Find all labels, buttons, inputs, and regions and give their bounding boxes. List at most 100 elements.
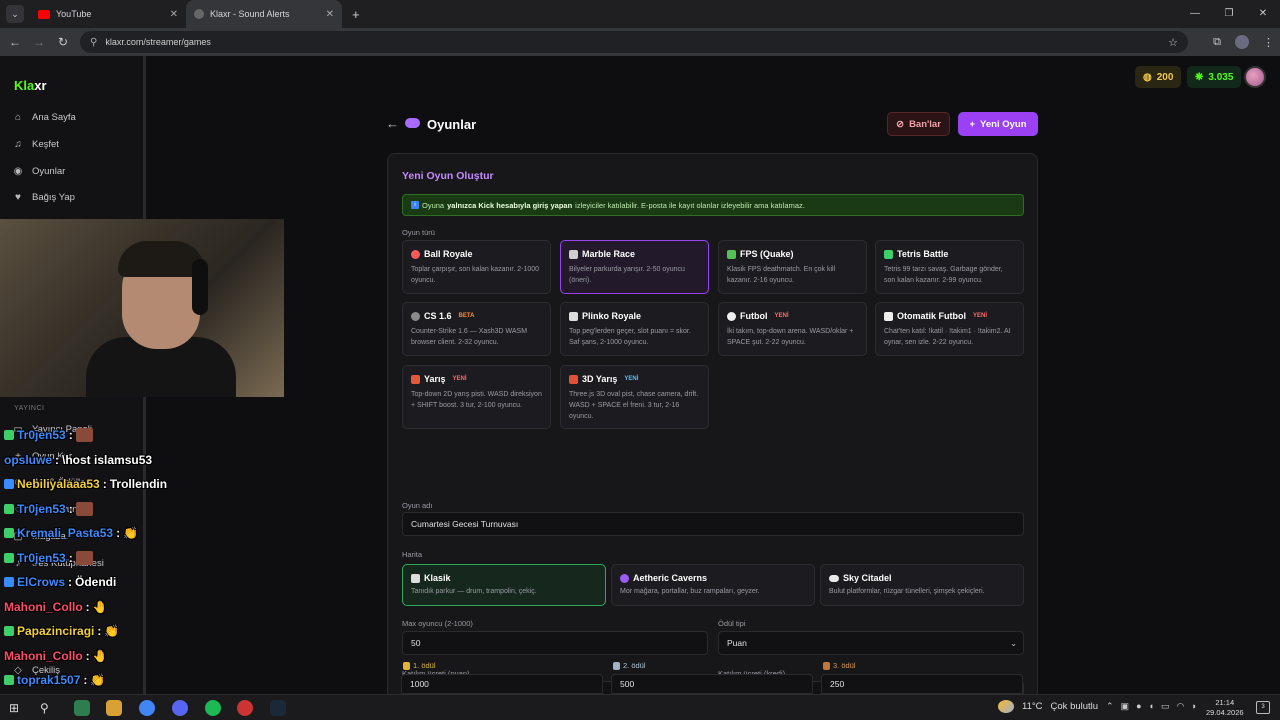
- wifi-icon[interactable]: ◠: [1176, 701, 1184, 712]
- plus-icon: +: [969, 118, 976, 130]
- race-car-icon: [411, 374, 420, 384]
- microphone-icon[interactable]: ●: [1136, 701, 1141, 712]
- extensions-icon[interactable]: ⧉: [1213, 36, 1221, 49]
- coins-badge[interactable]: ◍ 200: [1135, 66, 1182, 88]
- second-prize-input[interactable]: 500: [611, 674, 813, 694]
- tab-youtube[interactable]: YouTube ✕: [30, 0, 186, 28]
- map-title: Sky Citadel: [843, 573, 892, 583]
- time: 21:14: [1215, 698, 1235, 707]
- avatar[interactable]: [1244, 66, 1266, 88]
- profile-icon[interactable]: [1235, 35, 1249, 49]
- game-option-fps-quake[interactable]: FPS (Quake) Klasik FPS deathmatch. En ço…: [718, 240, 867, 294]
- game-option-cs16[interactable]: CS 1.6 BETA Counter-Strike 1.6 — Xash3D W…: [402, 302, 551, 356]
- new-game-button[interactable]: + Yeni Oyun: [958, 112, 1038, 136]
- forward-icon[interactable]: →: [27, 35, 51, 49]
- home-icon: ⌂: [14, 112, 22, 123]
- clap-emoji-icon: 👏: [123, 526, 139, 540]
- chevron-down-icon: ⌄: [1010, 638, 1017, 648]
- game-title: FPS (Quake): [740, 249, 794, 259]
- game-option-ball-royale[interactable]: Ball Royale Toplar çarpışır, son kalan k…: [402, 240, 551, 294]
- first-prize-label: 1. ödül: [403, 661, 436, 670]
- sidebar-item-donate[interactable]: ♥ Bağış Yap: [12, 192, 75, 203]
- game-desc: Top peg'lerden geçer, slot puanı = skor.…: [569, 328, 691, 346]
- reload-icon[interactable]: ↻: [51, 35, 75, 49]
- game-title: Futbol: [740, 311, 768, 321]
- bronze-medal-icon: [823, 661, 830, 670]
- flag-icon: [569, 249, 578, 259]
- taskbar: ⊞ ⚲ 11°C Çok bulutlu ⌃ ▣ ● ◖ ▭ ◠ ◗ 21:14…: [0, 694, 1280, 720]
- url-text: klaxr.com/streamer/games: [105, 37, 211, 47]
- sidebar-item-discover[interactable]: ♫ Keşfet: [12, 139, 59, 150]
- app-icon[interactable]: [74, 700, 90, 716]
- app-icon[interactable]: [106, 700, 122, 716]
- spotify-icon[interactable]: [205, 700, 221, 716]
- chevron-up-icon[interactable]: ⌃: [1106, 701, 1114, 712]
- game-option-tetris-battle[interactable]: Tetris Battle Tetris 99 tarzı savaş. Gar…: [875, 240, 1024, 294]
- kick-credit-icon: ❋: [1195, 71, 1204, 83]
- weather-widget[interactable]: 11°C Çok bulutlu: [998, 700, 1098, 713]
- clock[interactable]: 21:14 29.04.2026: [1206, 698, 1244, 718]
- restore-icon[interactable]: ❐: [1212, 0, 1246, 28]
- chat-user: ElCrows: [17, 575, 66, 589]
- chrome-icon[interactable]: [139, 700, 155, 716]
- headphone-icon: [192, 259, 208, 315]
- map-option-aetheric-caverns[interactable]: Aetheric Caverns Mor mağara, portallar, …: [611, 564, 815, 606]
- game-desc: İki takım, top-down arena. WASD/oklar + …: [727, 328, 854, 346]
- tray-app-icon[interactable]: ▣: [1121, 701, 1130, 712]
- search-icon[interactable]: ⚲: [40, 700, 56, 716]
- notification-icon[interactable]: 3: [1256, 701, 1270, 714]
- sword-badge-icon: [4, 675, 14, 685]
- sword-badge-icon: [4, 553, 14, 563]
- windows-start-icon[interactable]: ⊞: [9, 700, 25, 716]
- chat-message: Mahoni_Collo: 🤚: [4, 600, 108, 614]
- chat-text: Ödendi: [75, 575, 117, 589]
- minimize-icon[interactable]: —: [1178, 0, 1212, 28]
- game-option-marble-race[interactable]: Marble Race Bilyeler parkurda yarışır. 2…: [560, 240, 709, 294]
- game-type-label: Oyun türü: [402, 228, 435, 237]
- info-icon: i: [411, 201, 419, 209]
- globe-icon: [194, 9, 204, 19]
- game-option-plinko-royale[interactable]: Plinko Royale Top peg'lerden geçer, slot…: [560, 302, 709, 356]
- close-window-icon[interactable]: ✕: [1246, 0, 1280, 28]
- sidebar-item-games[interactable]: ◉ Oyunlar: [12, 166, 66, 177]
- new-tab-button[interactable]: +: [352, 7, 360, 22]
- system-tray: ⌃ ▣ ● ◖ ▭ ◠ ◗: [1106, 701, 1197, 712]
- bans-button[interactable]: ⊘ Ban'lar: [887, 112, 950, 136]
- speaker-icon[interactable]: ◖: [1149, 701, 1154, 712]
- game-option-auto-football[interactable]: Otomatik Futbol YENİ Chat'ten katıl: !kat…: [875, 302, 1024, 356]
- chat-user: Tr0jen53: [17, 551, 66, 565]
- back-arrow-icon[interactable]: ←: [386, 116, 399, 131]
- menu-icon[interactable]: ⋮: [1263, 36, 1274, 49]
- ban-icon: ⊘: [896, 118, 905, 130]
- bookmark-star-icon[interactable]: ☆: [1168, 36, 1178, 49]
- max-players-input[interactable]: 50: [402, 631, 708, 655]
- obs-icon[interactable]: [237, 700, 253, 716]
- game-option-3d-race[interactable]: 3D Yarış YENİ Three.js 3D oval pist, chas…: [560, 365, 709, 429]
- game-name-input[interactable]: Cumartesi Gecesi Turnuvası: [402, 512, 1024, 536]
- tab-search-icon[interactable]: ⌄: [6, 5, 24, 23]
- steam-icon[interactable]: [270, 700, 286, 716]
- sidebar-item-home[interactable]: ⌂ Ana Sayfa: [12, 112, 76, 123]
- url-field[interactable]: ⚲ klaxr.com/streamer/games ☆: [80, 31, 1188, 53]
- close-icon[interactable]: ✕: [170, 9, 178, 20]
- plinko-icon: [569, 311, 578, 321]
- sword-badge-icon: [4, 504, 14, 514]
- tab-klaxr[interactable]: Klaxr - Sound Alerts ✕: [186, 0, 342, 28]
- game-option-football[interactable]: Futbol YENİ İki takım, top-down arena. WA…: [718, 302, 867, 356]
- volume-icon[interactable]: ◗: [1191, 701, 1196, 712]
- cloud-icon: [829, 574, 839, 582]
- network-icon[interactable]: ▭: [1161, 701, 1170, 712]
- logo[interactable]: Klaxr: [14, 78, 47, 93]
- third-prize-input[interactable]: 250: [821, 674, 1023, 694]
- discord-icon[interactable]: [172, 700, 188, 716]
- prize-type-select[interactable]: Puan ⌄: [718, 631, 1024, 655]
- map-option-sky-citadel[interactable]: Sky Citadel Bulut platformlar, rüzgar tü…: [820, 564, 1024, 606]
- close-icon[interactable]: ✕: [326, 9, 334, 20]
- back-icon[interactable]: ←: [3, 35, 27, 49]
- chat-user: Kremali_Pasta53: [17, 526, 114, 540]
- map-option-classic[interactable]: Klasik Tanıdık parkur — drum, trampolin,…: [402, 564, 606, 606]
- game-option-race[interactable]: Yarış YENİ Top-down 2D yarış pisti. WASD …: [402, 365, 551, 429]
- credits-badge[interactable]: ❋ 3.035: [1187, 66, 1242, 88]
- first-prize-input[interactable]: 1000: [401, 674, 603, 694]
- site-info-icon[interactable]: ⚲: [90, 37, 97, 48]
